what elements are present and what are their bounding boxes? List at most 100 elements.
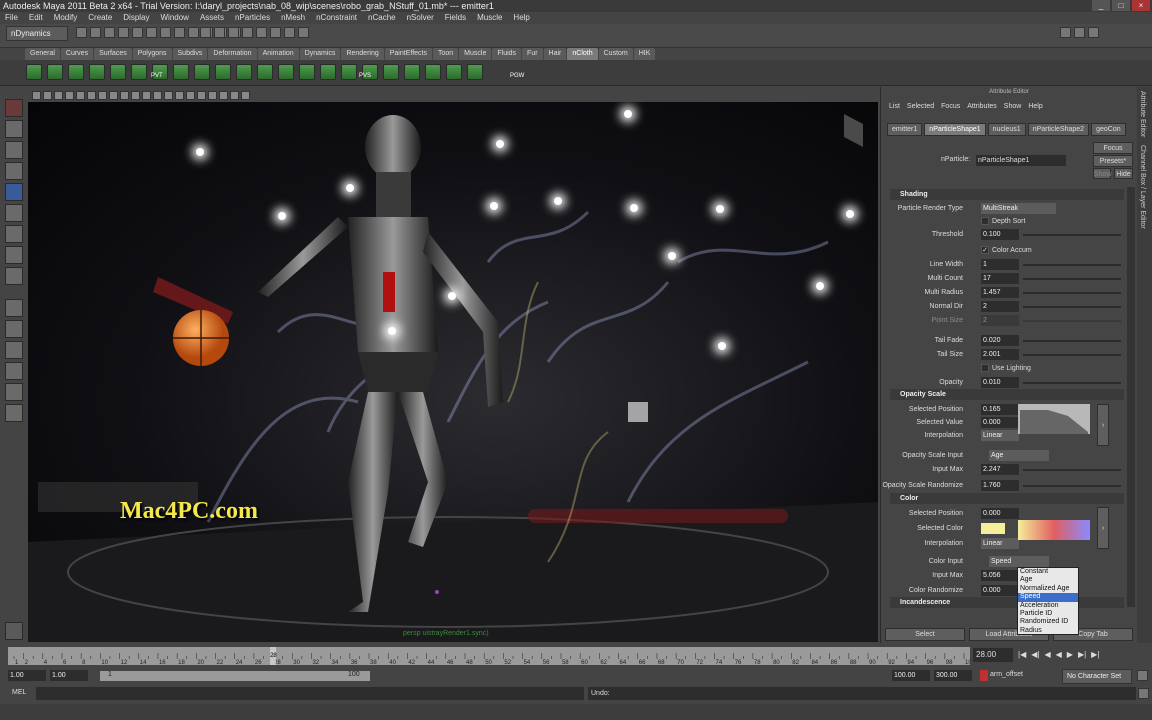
bookmark-icon[interactable] [54,90,63,100]
shelf-tab-hik[interactable]: HIK [633,48,656,60]
menu-muscle[interactable]: Muscle [477,12,502,24]
mask-icon-8[interactable] [298,27,309,38]
scale-tool-icon[interactable] [5,204,23,222]
soft-mod-icon[interactable] [5,246,23,264]
universal-manipulator-icon[interactable] [5,225,23,243]
step-forward-icon[interactable]: ▶| [1078,650,1086,659]
playback-end-field[interactable]: 100.00 [892,670,930,681]
line-width-slider[interactable] [1023,264,1121,266]
smooth-shade-icon[interactable] [175,90,184,100]
paint-select-icon[interactable] [5,141,23,159]
snap-point-icon[interactable] [188,27,199,38]
field-chart-icon[interactable] [131,90,140,100]
os-selected-value-field[interactable]: 0.000 [981,417,1019,428]
option-speed[interactable]: Speed [1018,593,1078,602]
menu-help[interactable]: Help [513,12,529,24]
toggle-tool-settings-icon[interactable] [1074,27,1085,38]
menu-display[interactable]: Display [123,12,149,24]
shelf-tab-dynamics[interactable]: Dynamics [299,48,341,60]
resolution-gate-icon[interactable] [109,90,118,100]
depth-sort-checkbox[interactable]: Depth Sort [981,215,1025,228]
shelf-tab-fluids[interactable]: Fluids [492,48,522,60]
render-type-dropdown[interactable]: MultiStreak [981,203,1056,214]
color-section-header[interactable]: Color [890,493,1124,504]
layout-graph-icon[interactable] [5,362,23,380]
opacity-slider[interactable] [1023,382,1121,384]
select-button[interactable]: Select [885,628,965,641]
os-randomize-field[interactable]: 1.760 [981,480,1019,491]
step-back-icon[interactable]: ◀ [1044,650,1050,659]
ncloth-paint-icon[interactable] [404,64,420,80]
toggle-attribute-editor-icon[interactable] [1060,27,1071,38]
ncloth-cache-icon[interactable] [89,64,105,80]
rotate-tool-icon[interactable] [5,183,23,201]
ncloth-exclude-icon[interactable] [341,64,357,80]
option-acceleration[interactable]: Acceleration [1018,602,1078,610]
layout-hypershade-icon[interactable] [5,404,23,422]
xray-joints-icon[interactable] [241,90,250,100]
opacity-field[interactable]: 0.010 [981,377,1019,388]
command-input[interactable] [36,687,584,700]
3d-viewport[interactable]: persp uistrayRender1.sync) [28,102,878,642]
c-input-dropdown[interactable]: Speed [989,556,1049,567]
ncloth-tear-icon[interactable] [173,64,189,80]
layout-side-icon[interactable] [5,341,23,359]
shelf-tab-muscle[interactable]: Muscle [459,48,492,60]
shelf-tab-polygons[interactable]: Polygons [132,48,172,60]
show-button[interactable]: Show [1093,168,1112,179]
menu-nconstraint[interactable]: nConstraint [316,12,357,24]
layout-four-icon[interactable] [5,320,23,338]
grid-icon[interactable] [87,90,96,100]
move-tool-icon[interactable] [5,162,23,180]
side-tab-channel-box[interactable]: Channel Box / Layer Editor [1137,141,1148,233]
c-input-max-field[interactable]: 5.056 [981,570,1019,581]
opacity-scale-section-header[interactable]: Opacity Scale [890,389,1124,400]
color-ramp[interactable] [1018,520,1090,540]
node-name-field[interactable]: nParticleShape1 [976,155,1066,166]
character-set-dropdown[interactable]: No Character Set [1062,669,1132,684]
multi-radius-field[interactable]: 1.457 [981,287,1019,298]
ncloth-constraint-icon[interactable] [257,64,273,80]
menu-file[interactable]: File [5,12,18,24]
isolate-icon[interactable] [219,90,228,100]
snap-grid-icon[interactable] [160,27,171,38]
snap-curve-icon[interactable] [174,27,185,38]
menu-nsolver[interactable]: nSolver [407,12,434,24]
hand-tool-icon[interactable] [5,622,23,640]
shelf-tab-rendering[interactable]: Rendering [341,48,384,60]
play-back-icon[interactable]: ◀ [1056,650,1062,659]
mask-icon-7[interactable] [284,27,295,38]
go-start-icon[interactable]: |◀ [1018,650,1026,659]
shadows-icon[interactable] [208,90,217,100]
ae-tab-geocon[interactable]: geoCon [1091,123,1126,136]
use-lighting-checkbox[interactable]: Use Lighting [981,362,1031,375]
option-radius[interactable]: Radius [1018,627,1078,635]
show-manipulator-icon[interactable] [5,267,23,285]
open-scene-icon[interactable] [90,27,101,38]
playback-start-field[interactable]: 1.00 [50,670,88,681]
mask-icon-5[interactable] [256,27,267,38]
lighting-icon[interactable] [197,90,206,100]
play-forward-icon[interactable]: ▶ [1067,650,1073,659]
ae-tab-emitter1[interactable]: emitter1 [887,123,923,136]
menu-assets[interactable]: Assets [200,12,224,24]
menu-window[interactable]: Window [161,12,189,24]
os-input-max-field[interactable]: 2.247 [981,464,1019,475]
film-gate-icon[interactable] [98,90,107,100]
xray-icon[interactable] [230,90,239,100]
shelf-tab-surfaces[interactable]: Surfaces [94,48,132,60]
time-slider[interactable]: 1 2 4 6 8 10 12 14 16 18 20 22 24 26 28 30 32 34 36 38 40 42 4… [8,647,976,666]
c-selected-position-field[interactable]: 0.000 [981,508,1019,519]
wireframe-icon[interactable] [164,90,173,100]
threshold-field[interactable]: 0.100 [981,229,1019,240]
two-d-pan-icon[interactable] [76,90,85,100]
shelf-tab-curves[interactable]: Curves [60,48,94,60]
multi-count-field[interactable]: 17 [981,273,1019,284]
c-interpolation-dropdown[interactable]: Linear [981,538,1019,549]
option-randomized-id[interactable]: Randomized ID [1018,618,1078,626]
c-randomize-field[interactable]: 0.000 [981,585,1019,596]
go-end-icon[interactable]: ▶| [1091,650,1099,659]
mask-icon-4[interactable] [242,27,253,38]
normal-dir-field[interactable]: 2 [981,301,1019,312]
os-input-dropdown[interactable]: Age [989,450,1049,461]
